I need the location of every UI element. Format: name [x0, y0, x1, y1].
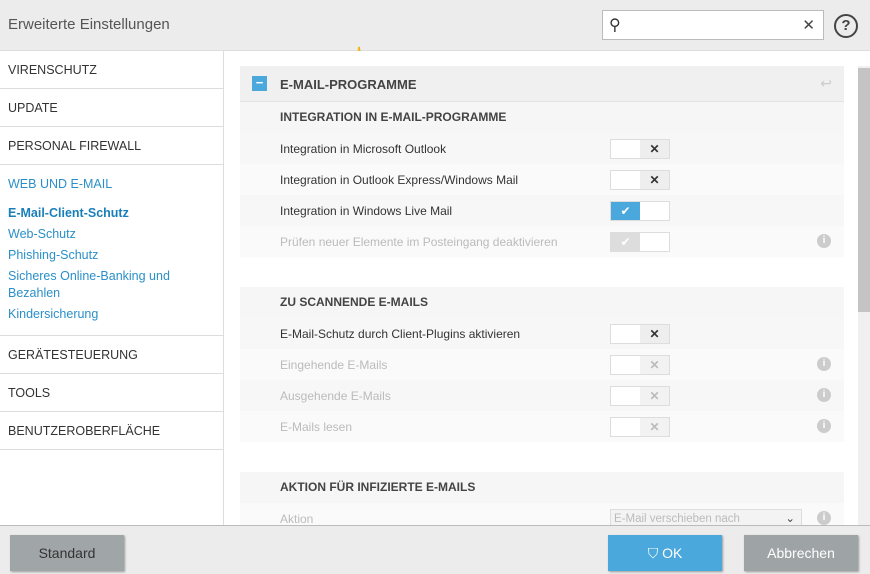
- setting-label: Integration in Outlook Express/Windows M…: [280, 173, 519, 187]
- panel-header: − E-MAIL-PROGRAMME ↩: [240, 66, 844, 102]
- setting-row: Integration in Microsoft Outlook ✕: [240, 133, 844, 164]
- help-button[interactable]: ?: [834, 14, 858, 38]
- ok-button[interactable]: ⛉ OK: [608, 535, 722, 571]
- chevron-down-icon: ⌄: [785, 513, 795, 525]
- x-icon: ✕: [640, 140, 669, 158]
- check-icon: ✔: [611, 202, 640, 220]
- sidebar-item-web-und-email[interactable]: WEB UND E-MAIL: [0, 165, 223, 203]
- main-content: − E-MAIL-PROGRAMME ↩ INTEGRATION IN E-MA…: [224, 51, 870, 525]
- select-value: E-Mail verschieben nach: [614, 513, 740, 525]
- setting-label: Prüfen neuer Elemente im Posteingang dea…: [280, 235, 558, 249]
- x-icon: ✕: [640, 387, 669, 405]
- section-title: INTEGRATION IN E-MAIL-PROGRAMME: [240, 102, 844, 133]
- sidebar-subitem-email-client-schutz[interactable]: E-Mail-Client-Schutz: [8, 203, 198, 224]
- sidebar-item-virenschutz[interactable]: VIRENSCHUTZ: [0, 51, 223, 89]
- section-gap: [240, 257, 844, 287]
- info-icon[interactable]: i: [817, 511, 831, 525]
- collapse-button[interactable]: −: [252, 76, 267, 91]
- sidebar-item-update[interactable]: UPDATE: [0, 89, 223, 127]
- x-icon: ✕: [640, 356, 669, 374]
- setting-label: E-Mail-Schutz durch Client-Plugins aktiv…: [280, 327, 521, 341]
- setting-label: Integration in Microsoft Outlook: [280, 142, 447, 156]
- setting-row: Prüfen neuer Elemente im Posteingang dea…: [240, 226, 844, 257]
- setting-row: E-Mail-Schutz durch Client-Plugins aktiv…: [240, 318, 844, 349]
- toggle-switch: ✕: [610, 386, 670, 406]
- toggle-switch: ✕: [610, 355, 670, 375]
- sidebar-item-tools[interactable]: TOOLS: [0, 374, 223, 412]
- toggle-switch: ✕: [610, 417, 670, 437]
- setting-label: E-Mails lesen: [280, 420, 353, 434]
- section-gap: [240, 442, 844, 472]
- cancel-button[interactable]: Abbrechen: [744, 535, 858, 571]
- setting-row: Integration in Outlook Express/Windows M…: [240, 164, 844, 195]
- sidebar-item-personal-firewall[interactable]: PERSONAL FIREWALL: [0, 127, 223, 165]
- clear-search-icon[interactable]: ✕: [802, 16, 815, 34]
- toggle-switch[interactable]: ✕: [610, 324, 670, 344]
- info-icon[interactable]: i: [817, 357, 831, 371]
- sidebar-subitem-kindersicherung[interactable]: Kindersicherung: [8, 304, 198, 325]
- sidebar: VIRENSCHUTZ UPDATE PERSONAL FIREWALL WEB…: [0, 51, 224, 525]
- section-title: AKTION FÜR INFIZIERTE E-MAILS: [240, 472, 844, 503]
- footer: Standard ⛉ OK Abbrechen: [0, 525, 870, 574]
- toggle-switch: ✔: [610, 232, 670, 252]
- check-icon: ✔: [611, 233, 640, 251]
- sidebar-subitem-phishing-schutz[interactable]: Phishing-Schutz: [8, 245, 198, 266]
- window-title: Erweiterte Einstellungen: [8, 16, 170, 33]
- sidebar-subitem-online-banking[interactable]: Sicheres Online-Banking und Bezahlen: [8, 266, 198, 304]
- info-icon[interactable]: i: [817, 388, 831, 402]
- search-input[interactable]: ⚲ ✕: [602, 10, 824, 40]
- email-programme-panel: − E-MAIL-PROGRAMME ↩ INTEGRATION IN E-MA…: [240, 66, 844, 525]
- panel-title: E-MAIL-PROGRAMME: [280, 77, 417, 92]
- sidebar-subitem-web-schutz[interactable]: Web-Schutz: [8, 224, 198, 245]
- x-icon: ✕: [640, 325, 669, 343]
- setting-label: Ausgehende E-Mails: [280, 389, 391, 403]
- toggle-switch[interactable]: ✔: [610, 201, 670, 221]
- sidebar-item-benutzeroberflaeche[interactable]: BENUTZEROBERFLÄCHE: [0, 412, 223, 450]
- setting-row: Ausgehende E-Mails ✕ i: [240, 380, 844, 411]
- setting-row: E-Mails lesen ✕ i: [240, 411, 844, 442]
- section-title: ZU SCANNENDE E-MAILS: [240, 287, 844, 318]
- info-icon[interactable]: i: [817, 419, 831, 433]
- header: Erweiterte Einstellungen ⚲ ✕ ?: [0, 0, 870, 51]
- setting-row: Eingehende E-Mails ✕ i: [240, 349, 844, 380]
- x-icon: ✕: [640, 418, 669, 436]
- ok-label: OK: [662, 545, 683, 561]
- search-icon: ⚲: [609, 17, 621, 34]
- sidebar-item-geraetesteuerung[interactable]: GERÄTESTEUERUNG: [0, 336, 223, 374]
- sidebar-subitems: E-Mail-Client-Schutz Web-Schutz Phishing…: [0, 203, 223, 336]
- shield-icon: ⛉: [647, 545, 663, 561]
- setting-row: Aktion E-Mail verschieben nach ⌄ i: [240, 503, 844, 525]
- scrollbar-thumb[interactable]: [858, 68, 870, 312]
- standard-button[interactable]: Standard: [10, 535, 124, 571]
- info-icon[interactable]: i: [817, 234, 831, 248]
- revert-icon[interactable]: ↩: [820, 75, 832, 92]
- setting-row: Integration in Windows Live Mail ✔: [240, 195, 844, 226]
- action-select: E-Mail verschieben nach ⌄: [610, 509, 802, 525]
- setting-label: Aktion: [280, 512, 314, 525]
- setting-label: Integration in Windows Live Mail: [280, 204, 453, 218]
- setting-label: Eingehende E-Mails: [280, 358, 388, 372]
- toggle-switch[interactable]: ✕: [610, 139, 670, 159]
- x-icon: ✕: [640, 171, 669, 189]
- scrollbar[interactable]: [858, 66, 870, 525]
- toggle-switch[interactable]: ✕: [610, 170, 670, 190]
